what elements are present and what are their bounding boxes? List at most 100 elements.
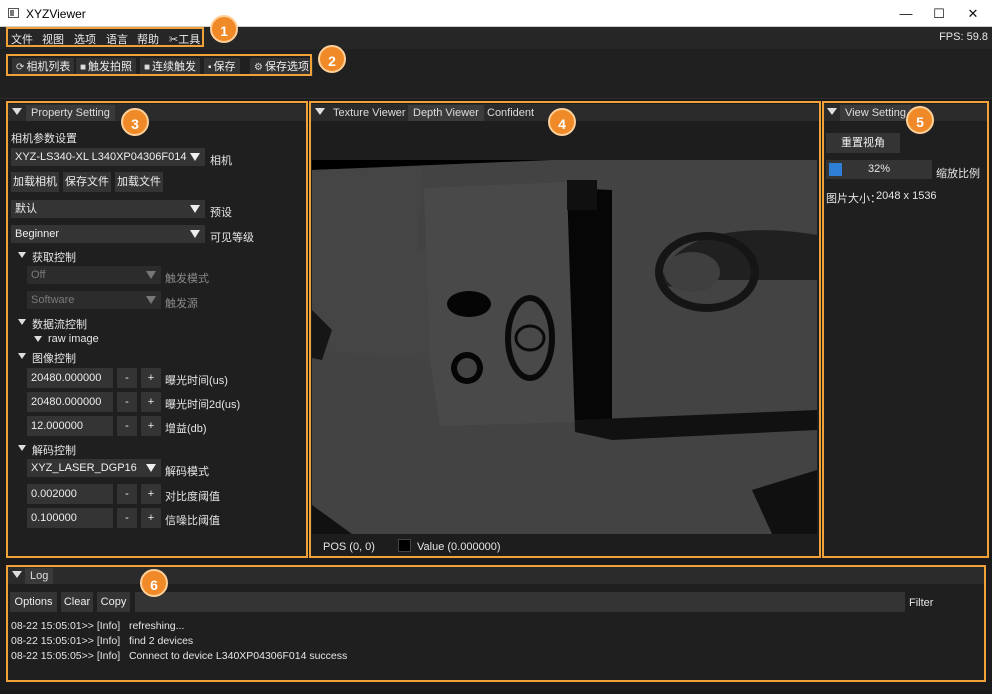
trigger-source-label: 触发源 [165,298,198,310]
chevron-down-icon [146,464,156,472]
menu-tools[interactable]: ✂工具 [169,31,200,47]
video-icon: ■ [144,62,151,73]
menu-language[interactable]: 语言 [106,31,128,47]
collapse-icon[interactable] [12,571,22,578]
collapse-icon[interactable] [12,108,22,115]
log-time: 08-22 15:05:05>> [Info] [11,650,121,662]
contrast-label: 对比度阈值 [165,491,220,503]
menu-view[interactable]: 视图 [42,31,64,47]
preset-select[interactable]: 默认 [11,200,205,218]
exposure2d-input[interactable]: 20480.000000 [27,392,113,412]
exposure-increment-button[interactable]: + [141,368,161,388]
continuous-trigger-label: 连续触发 [152,61,197,73]
view-setting-title: View Setting [840,105,911,121]
collapse-icon[interactable] [827,108,837,115]
gears-icon: ⚙ [254,62,263,73]
reset-view-button[interactable]: 重置视角 [826,133,900,153]
log-filter-input[interactable] [135,592,905,612]
camera-list-button[interactable]: ⟳ 相机列表 [12,58,75,76]
save-button[interactable]: ▪ 保存 [204,58,240,76]
snr-label: 信噪比阈值 [165,515,220,527]
trigger-mode-select[interactable]: Off [27,266,161,284]
zoom-label: 缩放比例 [936,168,980,180]
expand-icon[interactable] [18,353,26,359]
raw-image-item[interactable]: raw image [48,333,99,345]
log-options-button[interactable]: Options [10,592,57,612]
exposure-input[interactable]: 20480.000000 [27,368,113,388]
annotation-badge-1: 1 [210,15,238,43]
title-bar: XYZViewer — ☐ ✕ [0,0,992,27]
menu-tools-label: 工具 [178,34,201,46]
decode-mode-label: 解码模式 [165,466,209,478]
trigger-mode-value: Off [31,269,46,281]
tools-icon: ✂ [169,34,179,46]
save-label: 保存 [213,61,236,73]
exposure2d-increment-button[interactable]: + [141,392,161,412]
value-color-swatch [398,539,411,552]
viewer-panel: Texture Viewer Depth Viewer Confident PO… [309,103,820,558]
exposure-decrement-button[interactable]: - [117,368,137,388]
snr-increment-button[interactable]: + [141,508,161,528]
decode-mode-value: XYZ_LASER_DGP16 [31,462,137,474]
annotation-badge-3: 3 [121,108,149,136]
gain-decrement-button[interactable]: - [117,416,137,436]
trigger-source-select[interactable]: Software [27,291,161,309]
expand-icon[interactable] [34,336,42,342]
annotation-badge-4: 4 [548,108,576,136]
contrast-input[interactable]: 0.002000 [27,484,113,504]
property-panel-title: Property Setting [26,105,115,121]
preset-select-value: 默认 [15,203,37,215]
tab-depth-viewer[interactable]: Depth Viewer [408,105,484,121]
minimize-button[interactable]: — [889,0,923,27]
contrast-increment-button[interactable]: + [141,484,161,504]
visibility-select[interactable]: Beginner [11,225,205,243]
gain-label: 增益(db) [165,423,207,435]
load-file-button[interactable]: 加载文件 [115,172,163,192]
decode-mode-select[interactable]: XYZ_LASER_DGP16 [27,459,161,477]
chevron-down-icon [146,296,156,304]
pos-readout: POS (0, 0) [323,541,375,553]
property-panel-header: Property Setting [7,104,306,121]
close-button[interactable]: ✕ [956,0,990,27]
menu-help[interactable]: 帮助 [137,31,159,47]
save-file-button[interactable]: 保存文件 [63,172,111,192]
log-line: 08-22 15:05:01>> [Info] refreshing... [11,620,184,632]
tab-texture-viewer[interactable]: Texture Viewer [328,105,411,121]
fps-readout: FPS: 59.8 [939,31,988,43]
depth-image[interactable] [312,160,817,534]
expand-icon[interactable] [18,252,26,258]
snr-input[interactable]: 0.100000 [27,508,113,528]
menu-bar: 文件 视图 选项 语言 帮助 ✂工具 FPS: 59.8 [0,27,992,49]
trigger-shot-label: 触发拍照 [88,61,133,73]
image-size-label: 图片大小： [826,193,881,205]
gain-increment-button[interactable]: + [141,416,161,436]
contrast-decrement-button[interactable]: - [117,484,137,504]
exposure-label: 曝光时间(us) [165,375,228,387]
maximize-button[interactable]: ☐ [922,0,956,27]
visibility-label: 可见等级 [210,232,254,244]
tab-confident[interactable]: Confident [482,105,539,121]
menu-file[interactable]: 文件 [11,31,33,47]
view-setting-panel: View Setting 重置视角 32% 缩放比例 图片大小： 2048 x … [822,103,988,558]
zoom-slider[interactable]: 32% [826,160,932,179]
annotation-badge-5: 5 [906,106,934,134]
menu-options[interactable]: 选项 [74,31,96,47]
log-copy-button[interactable]: Copy [97,592,130,612]
camera-select[interactable]: XYZ-LS340-XL L340XP04306F014 [11,148,205,166]
load-camera-button[interactable]: 加载相机 [11,172,59,192]
exposure2d-label: 曝光时间2d(us) [165,399,241,411]
exposure2d-decrement-button[interactable]: - [117,392,137,412]
collapse-icon[interactable] [315,108,325,115]
toolbar: ⟳ 相机列表 ■ 触发拍照 ■ 连续触发 ▪ 保存 ⚙ 保存选项 [0,49,992,99]
property-panel: Property Setting 相机参数设置 XYZ-LS340-XL L34… [6,103,307,558]
trigger-shot-button[interactable]: ■ 触发拍照 [76,58,137,76]
trigger-source-value: Software [31,294,75,306]
save-options-button[interactable]: ⚙ 保存选项 [250,58,313,76]
expand-icon[interactable] [18,319,26,325]
log-clear-button[interactable]: Clear [61,592,93,612]
log-time: 08-22 15:05:01>> [Info] [11,620,121,632]
snr-decrement-button[interactable]: - [117,508,137,528]
gain-input[interactable]: 12.000000 [27,416,113,436]
continuous-trigger-button[interactable]: ■ 连续触发 [140,58,201,76]
expand-icon[interactable] [18,445,26,451]
